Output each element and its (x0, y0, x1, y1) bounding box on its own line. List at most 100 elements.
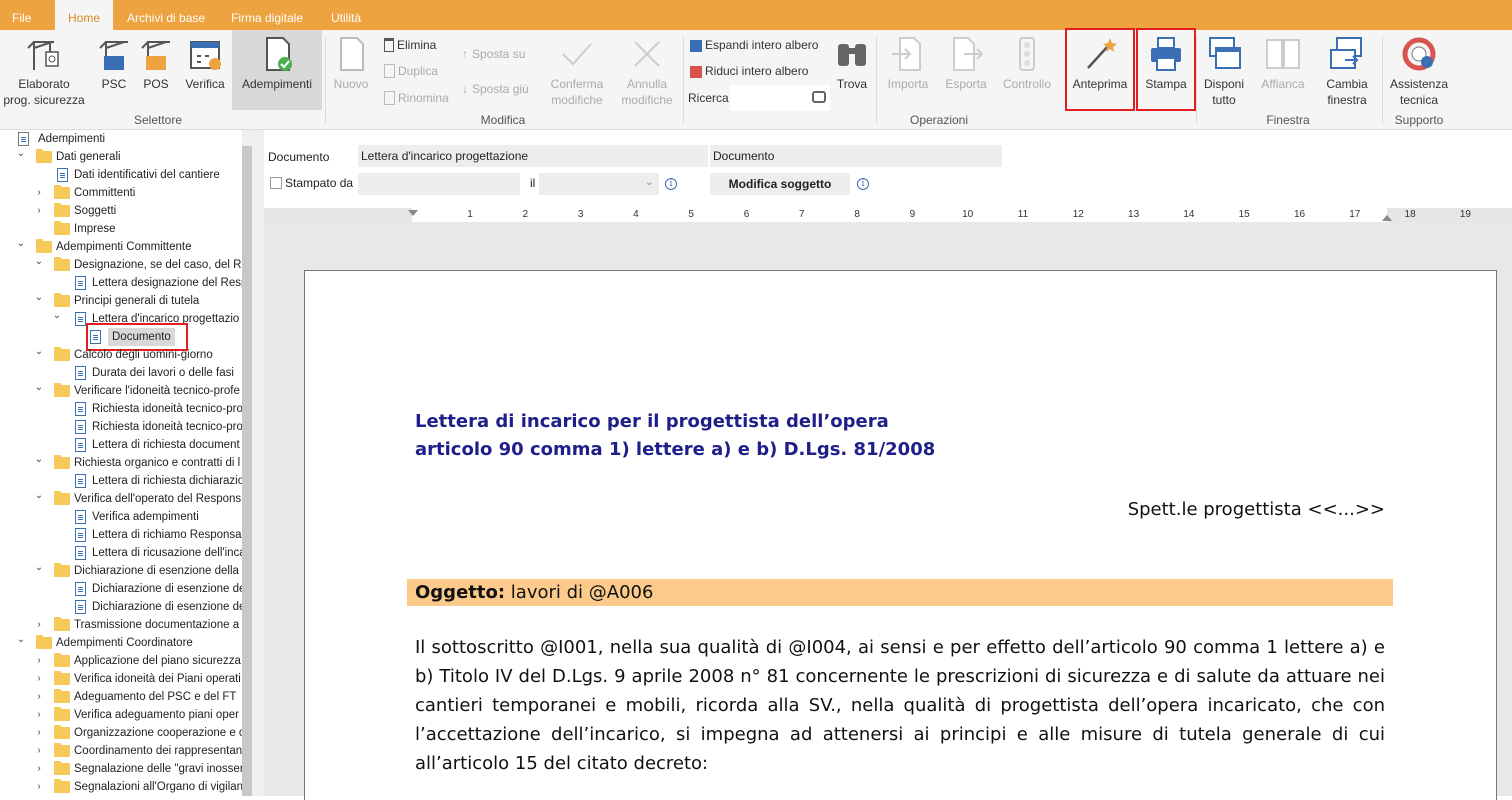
tree-item[interactable]: Verifica adempimenti (0, 508, 242, 526)
tree-folder-item[interactable]: › Adeguamento del PSC e del FT (0, 688, 242, 706)
tree-folder-item[interactable]: ⌄ Verificare l'idoneità tecnico-profe (0, 382, 242, 400)
left-indent-marker[interactable] (408, 210, 418, 216)
tree-item[interactable]: Dichiarazione di esenzione de (0, 580, 242, 598)
tree-folder-item[interactable]: ⌄ Principi generali di tutela (0, 292, 242, 310)
chevron-right-icon[interactable]: › (34, 670, 44, 688)
tree-item[interactable]: Lettera di ricusazione dell'inca (0, 544, 242, 562)
tree-folder-item[interactable]: ⌄ Verifica dell'operato del Respons (0, 490, 242, 508)
controllo-button[interactable]: Controllo (998, 34, 1056, 110)
cambia-finestra-button[interactable]: Cambia finestra (1318, 34, 1376, 110)
chevron-right-icon[interactable]: › (34, 652, 44, 670)
duplica-button[interactable]: Duplica (384, 64, 438, 78)
chevron-right-icon[interactable]: › (34, 616, 44, 634)
stampato-field[interactable] (358, 173, 520, 195)
menu-tab-utilita[interactable]: Utilità (331, 0, 361, 30)
chevron-down-icon[interactable]: ⌄ (52, 310, 62, 328)
chevron-down-icon[interactable]: ⌄ (16, 148, 26, 166)
disponi-button[interactable]: Disponi tutto (1198, 34, 1250, 110)
chevron-right-icon[interactable]: › (34, 724, 44, 742)
esporta-button[interactable]: Esporta (938, 34, 994, 110)
tree-scrollbar[interactable] (242, 146, 252, 796)
chevron-right-icon[interactable]: › (34, 202, 44, 220)
psc-button[interactable]: PSC (93, 34, 135, 110)
chevron-right-icon[interactable]: › (34, 778, 44, 796)
chevron-right-icon[interactable]: › (34, 760, 44, 778)
info-icon[interactable]: i (857, 178, 869, 190)
stampa-button[interactable]: Stampa (1136, 28, 1196, 111)
chevron-right-icon[interactable]: › (34, 184, 44, 202)
chevron-down-icon[interactable]: ⌄ (34, 562, 44, 580)
tree-item[interactable]: Dichiarazione di esenzione de (0, 598, 242, 616)
tree-folder-item[interactable]: › Verifica adeguamento piani oper (0, 706, 242, 724)
nuovo-button[interactable]: Nuovo (328, 34, 374, 110)
tree-folder-item[interactable]: › Applicazione del piano sicurezza (0, 652, 242, 670)
annulla-button[interactable]: Annulla modifiche (614, 34, 680, 110)
tree-item[interactable]: Richiesta idoneità tecnico-pro (0, 400, 242, 418)
stampato-checkbox[interactable] (270, 177, 282, 189)
tree-folder-item[interactable]: › Soggetti (0, 202, 242, 220)
chevron-down-icon[interactable]: ⌄ (34, 256, 44, 274)
anteprima-button[interactable]: Anteprima (1065, 28, 1135, 111)
chevron-right-icon[interactable]: › (34, 688, 44, 706)
modifica-soggetto-button[interactable]: Modifica soggetto (710, 173, 850, 195)
affianca-button[interactable]: Affianca (1256, 34, 1310, 110)
chevron-down-icon[interactable]: ⌄ (34, 292, 44, 310)
tree-item[interactable]: Lettera di richiamo Responsa (0, 526, 242, 544)
info-icon[interactable]: i (665, 178, 677, 190)
tree-folder-item[interactable]: › Committenti (0, 184, 242, 202)
chevron-down-icon[interactable]: ⌄ (34, 382, 44, 400)
tipo-field[interactable]: Documento (710, 145, 1002, 167)
assistenza-button[interactable]: Assistenza tecnica (1386, 34, 1452, 110)
tree-folder-item[interactable]: › Trasmissione documentazione a (0, 616, 242, 634)
tree-folder-item[interactable]: ⌄ Calcolo degli uomini-giorno (0, 346, 242, 364)
sposta-giu-button[interactable]: ↓ Sposta giù (462, 82, 529, 96)
document-page[interactable]: Lettera di incarico per il progettista d… (304, 270, 1497, 800)
tree-folder-item[interactable]: › Verifica idoneità dei Piani operati (0, 670, 242, 688)
tree-item[interactable]: Adempimenti (0, 130, 242, 148)
tree-item[interactable]: Lettera designazione del Resp (0, 274, 242, 292)
espandi-button[interactable]: Espandi intero albero (690, 38, 818, 52)
verifica-button[interactable]: Verifica (182, 34, 228, 110)
sposta-su-button[interactable]: ↑ Sposta su (462, 47, 525, 61)
elimina-button[interactable]: Elimina (384, 38, 436, 52)
chevron-down-icon[interactable]: ⌄ (16, 634, 26, 652)
documento-field[interactable]: Lettera d'incarico progettazione (358, 145, 708, 167)
il-date-field[interactable] (539, 173, 659, 195)
chevron-down-icon[interactable]: ⌄ (34, 454, 44, 472)
menu-tab-file[interactable]: File (12, 0, 31, 30)
pos-button[interactable]: POS (135, 34, 177, 110)
elaborato-button[interactable]: Elaborato prog. sicurezza (2, 34, 86, 110)
conferma-button[interactable]: Conferma modifiche (544, 34, 610, 110)
menu-tab-home[interactable]: Home (55, 0, 113, 31)
tree-item[interactable]: Lettera di richiesta dichiarazio (0, 472, 242, 490)
tree-folder-item[interactable]: › Segnalazioni all'Organo di vigilan (0, 778, 242, 796)
menu-tab-archivi[interactable]: Archivi di base (127, 0, 205, 30)
importa-button[interactable]: Importa (880, 34, 936, 110)
riduci-button[interactable]: Riduci intero albero (690, 64, 808, 78)
ricerca-input[interactable] (730, 85, 830, 111)
adempimenti-button[interactable]: Adempimenti (232, 30, 322, 110)
tree-folder-item[interactable]: ⌄ Dati generali (0, 148, 242, 166)
chevron-down-icon[interactable]: ⌄ (34, 490, 44, 508)
chevron-down-icon[interactable]: ⌄ (34, 346, 44, 364)
tree-item[interactable]: Richiesta idoneità tecnico-pro (0, 418, 242, 436)
tree-folder-item[interactable]: › Segnalazione delle "gravi inosser (0, 760, 242, 778)
tree-folder-item[interactable]: ⌄ Dichiarazione di esenzione della (0, 562, 242, 580)
tree-folder-item[interactable]: ⌄ Designazione, se del caso, del Re (0, 256, 242, 274)
right-indent-marker[interactable] (1382, 215, 1392, 221)
menu-tab-firma[interactable]: Firma digitale (231, 0, 303, 30)
chevron-right-icon[interactable]: › (34, 706, 44, 724)
tree-folder-item[interactable]: ⌄ Richiesta organico e contratti di l (0, 454, 242, 472)
tree-item[interactable]: Documento (0, 323, 242, 351)
tree-folder-item[interactable]: › Coordinamento dei rappresentan (0, 742, 242, 760)
tree-item[interactable]: Durata dei lavori o delle fasi (0, 364, 242, 382)
chevron-right-icon[interactable]: › (34, 742, 44, 760)
chevron-down-icon[interactable]: ⌄ (645, 177, 653, 188)
tree-folder-item[interactable]: ⌄ Adempimenti Committente (0, 238, 242, 256)
rinomina-button[interactable]: Rinomina (384, 91, 449, 105)
tree-item[interactable]: Lettera di richiesta document (0, 436, 242, 454)
tree-item[interactable]: Dati identificativi del cantiere (0, 166, 242, 184)
tree-folder-item[interactable]: ⌄ Adempimenti Coordinatore (0, 634, 242, 652)
chevron-down-icon[interactable]: ⌄ (16, 238, 26, 256)
tree-folder-item[interactable]: Imprese (0, 220, 242, 238)
